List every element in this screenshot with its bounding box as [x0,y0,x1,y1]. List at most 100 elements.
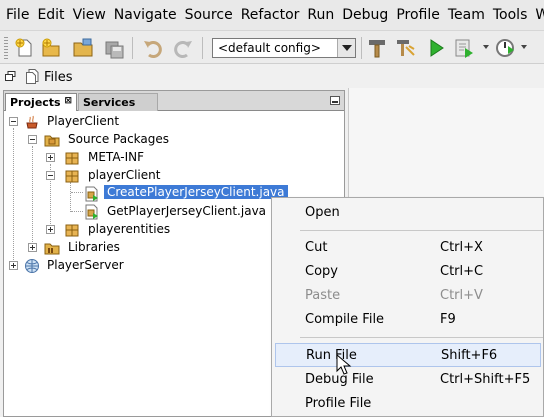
menu-separator [300,230,543,231]
chevron-down-icon[interactable] [337,39,355,57]
expand-icon[interactable] [9,261,18,270]
menu-item-paste: Paste Ctrl+V [272,284,544,308]
menu-edit[interactable]: Edit [37,7,64,23]
redo-icon[interactable] [172,37,194,59]
menu-bar: File Edit View Navigate Source Refactor … [0,0,544,30]
restore-window-icon[interactable] [5,71,16,81]
save-all-icon[interactable] [104,37,126,59]
menu-tools[interactable]: Tools [493,7,528,23]
menu-navigate[interactable]: Navigate [114,7,177,23]
expand-icon[interactable] [46,225,55,234]
run-icon[interactable] [425,37,447,59]
menu-file[interactable]: File [6,7,29,23]
menu-item-compile-file[interactable]: Compile File F9 [272,308,544,332]
package-icon [65,152,79,165]
libraries-icon [44,243,60,255]
menu-item-shortcut: Ctrl+C [440,264,484,279]
tree-node-source-packages[interactable]: Source Packages [4,131,204,149]
package-icon [65,170,79,183]
menu-profile[interactable]: Profile [396,7,440,23]
menu-item-shortcut: Shift+F6 [441,348,498,363]
source-folder-icon [44,135,60,147]
toolbar-grip[interactable] [4,37,8,59]
tree-label: PlayerClient [47,114,120,128]
menu-run[interactable]: Run [307,7,334,23]
menu-item-label: Paste [305,288,341,303]
debug-dropdown-icon[interactable] [483,45,489,49]
files-label[interactable]: Files [44,70,73,85]
menu-refactor[interactable]: Refactor [241,7,300,23]
files-window-bar: Files [0,66,544,88]
tree-label: Libraries [68,240,120,254]
expand-icon[interactable] [46,153,55,162]
context-menu: Open Cut Ctrl+X Copy Ctrl+C Paste Ctrl+V… [271,197,544,417]
java-file-icon [85,204,98,220]
menu-item-label: Compile File [305,312,385,327]
tree-node-create-player-jersey-client[interactable]: CreatePlayerJerseyClient.java [4,185,304,203]
toolbar-separator [202,37,203,59]
menu-item-label: Copy [305,264,338,279]
tree-label: META-INF [88,150,145,164]
tree-node-playerclient[interactable]: PlayerClient [4,113,204,131]
package-icon [65,224,79,237]
minimize-icon[interactable] [330,96,340,105]
tree-node-playerclient-package[interactable]: playerClient [4,167,204,185]
tree-node-meta-inf[interactable]: META-INF [4,149,204,167]
undo-icon[interactable] [142,37,164,59]
open-project-icon[interactable] [72,37,94,59]
profile-dropdown-icon[interactable] [521,45,527,49]
menu-team[interactable]: Team [448,7,485,23]
profile-icon[interactable] [494,37,516,59]
expand-icon[interactable] [28,243,37,252]
java-file-icon [85,186,98,202]
config-select[interactable]: <default config> [212,38,356,58]
menu-item-label: Open [305,205,340,220]
menu-item-shortcut: Ctrl+V [440,288,483,303]
panel-tabs: Projects ⊠ Services [4,91,344,111]
collapse-icon[interactable] [46,171,55,180]
tab-projects-label: Projects [10,96,61,109]
toolbar-separator [361,37,362,59]
mouse-cursor-icon [336,354,352,375]
menu-source[interactable]: Source [185,7,233,23]
menu-item-label: Cut [305,240,328,255]
collapse-icon[interactable] [28,135,37,144]
menu-item-shortcut: Ctrl+Shift+F5 [440,372,531,387]
tree-label: CreatePlayerJerseyClient.java [104,185,288,199]
tree-label: PlayerServer [47,258,124,272]
new-project-icon[interactable] [40,37,62,59]
menu-item-copy[interactable]: Copy Ctrl+C [272,260,544,284]
debug-icon[interactable] [453,37,475,59]
tree-node-get-player-jersey-client[interactable]: GetPlayerJerseyClient.java [4,203,304,221]
collapse-icon[interactable] [9,117,18,126]
menu-item-profile-file[interactable]: Profile File [272,392,544,416]
tab-projects[interactable]: Projects ⊠ [5,93,77,111]
tree-label: playerentities [88,222,171,236]
tab-services-label: Services [83,96,136,109]
menu-item-open[interactable]: Open [272,201,544,225]
tree-node-playerserver[interactable]: PlayerServer [4,257,204,275]
tree-node-libraries[interactable]: Libraries [4,239,204,257]
new-file-icon[interactable] [14,37,36,59]
tree-label: Source Packages [68,132,170,146]
menu-view[interactable]: View [73,7,106,23]
tree-label: playerClient [88,168,161,182]
config-select-value: <default config> [218,41,321,55]
tree-label: GetPlayerJerseyClient.java [107,204,267,218]
menu-item-run-file[interactable]: Run File Shift+F6 [275,343,541,367]
menu-debug[interactable]: Debug [342,7,388,23]
menu-separator [300,337,543,338]
web-project-icon [25,259,39,273]
build-hammer-icon[interactable] [366,37,388,59]
menu-window[interactable]: Wi [535,7,544,23]
menu-item-cut[interactable]: Cut Ctrl+X [272,236,544,260]
files-icon [26,69,39,84]
tree-node-playerentities[interactable]: playerentities [4,221,204,239]
clean-build-icon[interactable] [394,37,416,59]
menu-item-shortcut: Ctrl+X [440,240,483,255]
close-icon[interactable]: ⊠ [64,96,72,106]
menu-item-label: Profile File [305,396,372,411]
tab-services[interactable]: Services [78,93,158,111]
main-toolbar: <default config> [0,30,544,64]
menu-item-debug-file[interactable]: Debug File Ctrl+Shift+F5 [272,368,544,392]
